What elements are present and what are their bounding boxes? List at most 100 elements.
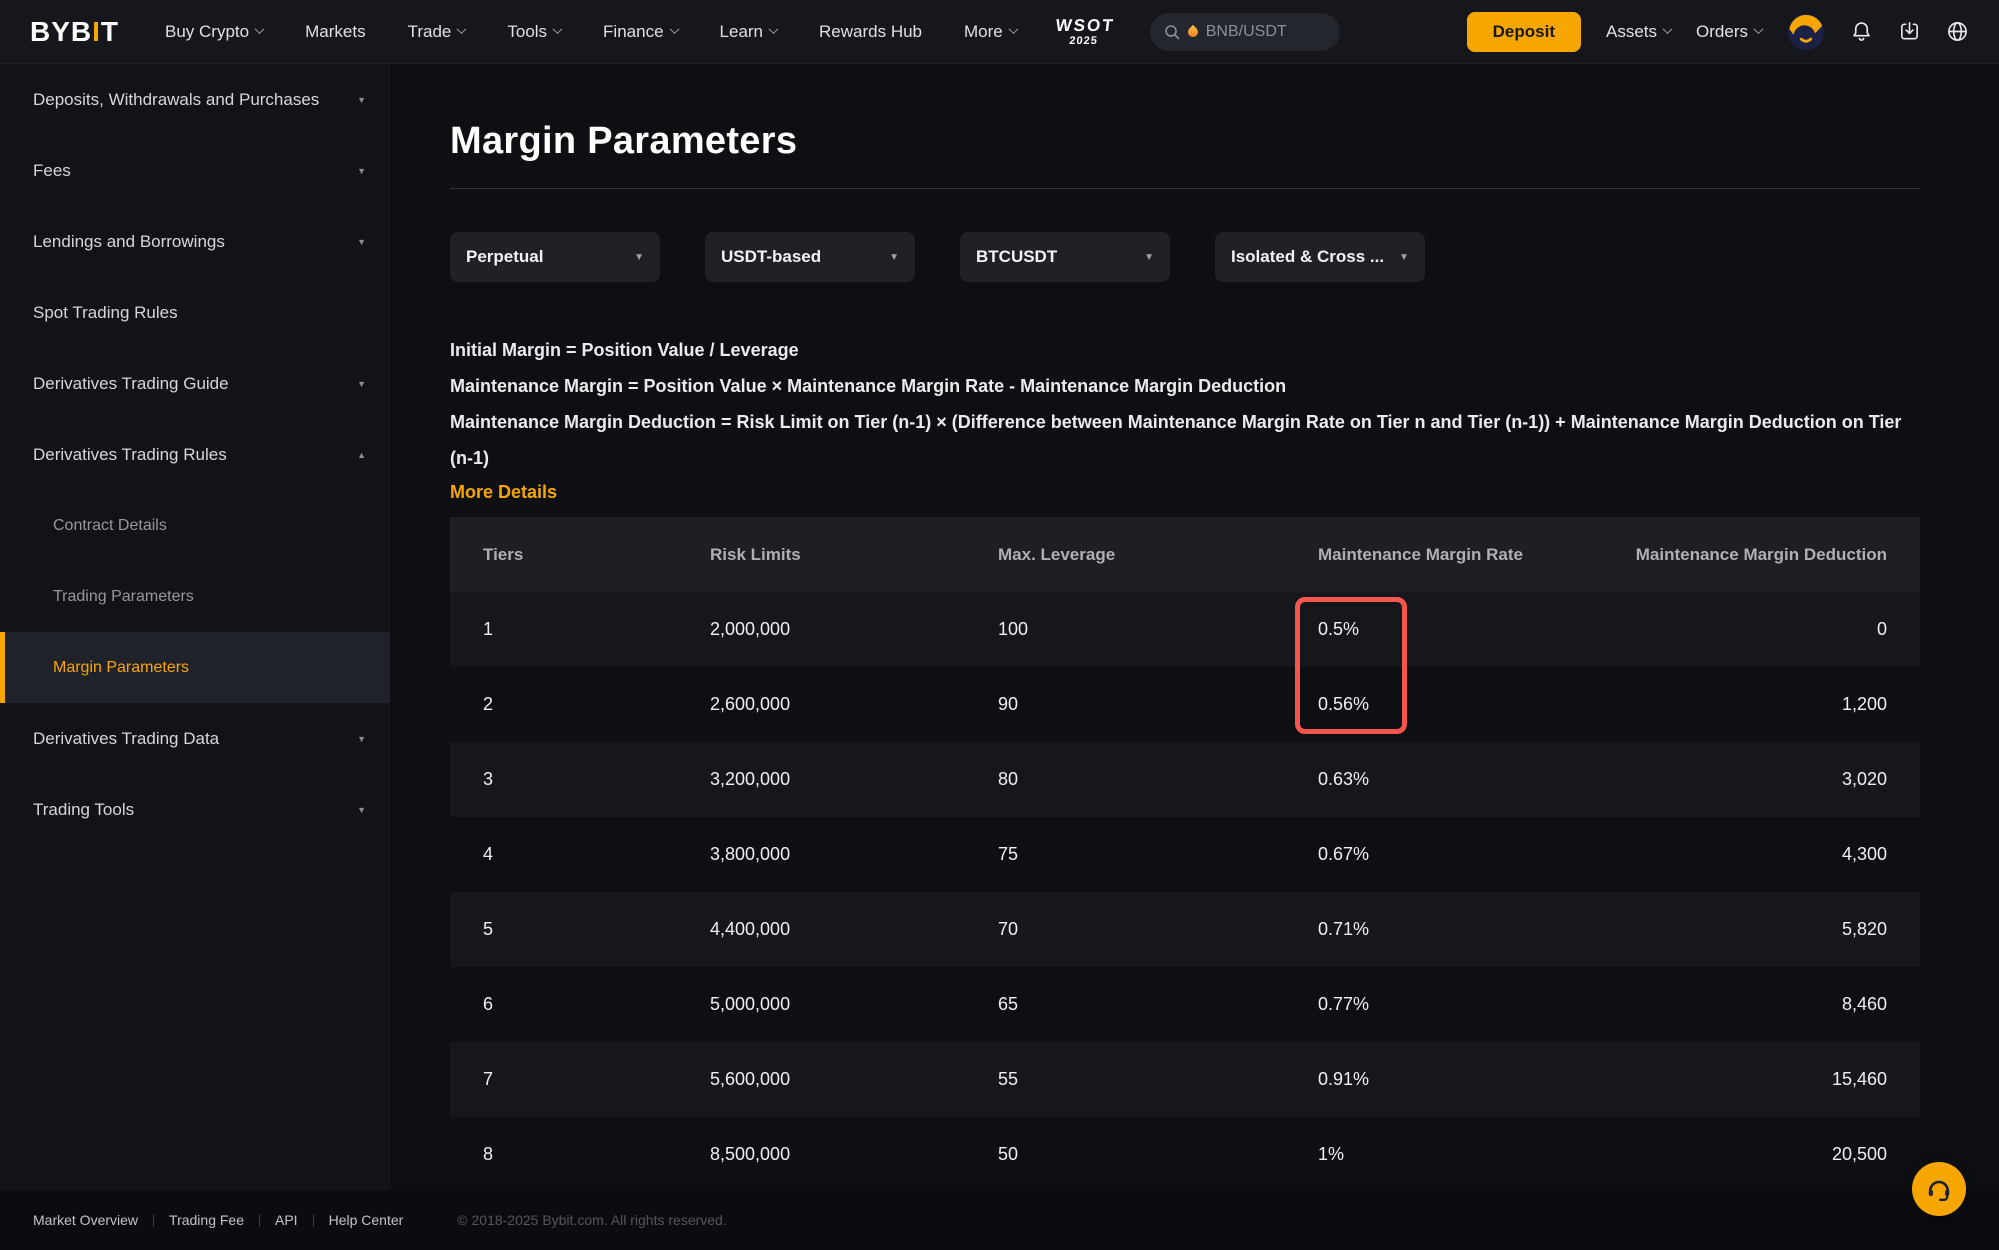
nav-item-label: Trade	[407, 21, 452, 41]
search-input[interactable]	[1205, 22, 1318, 41]
table-cell: 0.71%	[1318, 919, 1370, 939]
sidebar-item-label: Deposits, Withdrawals and Purchases	[33, 89, 320, 109]
more-details-link[interactable]: More Details	[450, 482, 557, 503]
table-cell: 100	[998, 619, 1029, 639]
nav-item-learn[interactable]: Learn	[719, 21, 779, 42]
table-cell: 65	[998, 994, 1019, 1014]
column-header-maintenance-margin-deduction: Maintenance Margin Deduction	[1635, 544, 1887, 564]
download-app-button[interactable]	[1898, 20, 1921, 43]
table-row: 4 3,800,000 75 0.67% 4,300	[450, 817, 1920, 892]
wsot-line2: 2025	[1068, 34, 1099, 47]
filter-dropdown-perpetual[interactable]: Perpetual ▼	[450, 232, 660, 282]
filter-value: Isolated & Cross ...	[1231, 247, 1385, 266]
chevron-down-icon: ▼	[357, 94, 366, 105]
table-cell: 5,600,000	[710, 1069, 791, 1089]
nav-item-buy-crypto[interactable]: Buy Crypto	[165, 21, 265, 42]
wsot-2025-logo[interactable]: WSOT 2025	[1053, 15, 1116, 47]
footer-link-help-center[interactable]: Help Center	[329, 1212, 404, 1228]
table-cell: 75	[998, 844, 1019, 864]
table-cell: 0.77%	[1318, 994, 1370, 1014]
nav-item-label: More	[964, 21, 1003, 41]
table-cell: 8	[483, 1144, 494, 1164]
deposit-button[interactable]: Deposit	[1466, 11, 1581, 52]
chevron-down-icon	[768, 23, 779, 34]
sidebar-item-trading-parameters[interactable]: Trading Parameters	[0, 561, 390, 632]
nav-item-tools[interactable]: Tools	[507, 22, 563, 42]
search-bar[interactable]	[1149, 12, 1340, 51]
sidebar-item-trading-tools[interactable]: Trading Tools ▼	[0, 774, 390, 845]
sidebar-item-derivatives-trading-data[interactable]: Derivatives Trading Data ▼	[0, 703, 390, 774]
table-cell: 6	[483, 994, 494, 1014]
sidebar-item-deposits-withdrawals-and-purchases[interactable]: Deposits, Withdrawals and Purchases ▼	[0, 64, 390, 135]
table-cell: 1	[483, 619, 494, 639]
sidebar-item-label: Spot Trading Rules	[33, 302, 178, 322]
account-nav-assets[interactable]: Assets	[1606, 22, 1673, 42]
sidebar-item-margin-parameters[interactable]: Margin Parameters	[0, 632, 390, 703]
avatar-icon	[1787, 13, 1825, 50]
nav-item-more[interactable]: More	[964, 21, 1019, 42]
footer-link-trading-fee[interactable]: Trading Fee	[169, 1212, 244, 1228]
filter-dropdown-isolated-cross[interactable]: Isolated & Cross ... ▼	[1215, 232, 1425, 282]
table-cell: 4,400,000	[710, 919, 791, 939]
table-cell: 20,500	[1831, 1144, 1887, 1164]
table-cell: 2,600,000	[710, 694, 791, 714]
chevron-up-icon: ▲	[357, 449, 366, 460]
nav-item-rewards-hub[interactable]: Rewards Hub	[819, 22, 922, 42]
sidebar-item-fees[interactable]: Fees ▼	[0, 135, 390, 206]
table-cell: 4	[483, 844, 494, 864]
sidebar-item-derivatives-trading-guide[interactable]: Derivatives Trading Guide ▼	[0, 348, 390, 419]
chevron-down-icon	[552, 23, 563, 34]
sidebar-item-derivatives-trading-rules[interactable]: Derivatives Trading Rules ▲	[0, 419, 390, 490]
nav-item-finance[interactable]: Finance	[603, 22, 679, 42]
notifications-button[interactable]	[1850, 20, 1873, 43]
sidebar-item-label: Fees	[33, 160, 71, 180]
footer: Market Overview Trading Fee API Help Center…	[0, 1190, 1999, 1250]
table-body: 1 2,000,000 100 0.5% 0 2 2,600,000 90 0.56% 1,200…	[450, 592, 1920, 1192]
table-row: 2 2,600,000 90 0.56% 1,200	[450, 667, 1920, 742]
sidebar-item-label: Trading Parameters	[53, 587, 194, 605]
filter-dropdown-btcusdt[interactable]: BTCUSDT ▼	[960, 232, 1170, 282]
wsot-line1: WSOT	[1054, 15, 1116, 35]
avatar[interactable]	[1787, 13, 1825, 51]
language-button[interactable]	[1946, 20, 1969, 43]
chevron-down-icon: ▼	[357, 165, 366, 176]
column-header-tiers: Tiers	[483, 544, 524, 564]
chevron-down-icon: ▼	[1399, 251, 1409, 263]
nav-item-label: Buy Crypto	[165, 21, 250, 41]
nav-item-trade[interactable]: Trade	[407, 21, 467, 42]
logo-accent: I	[92, 15, 101, 47]
support-chat-button[interactable]	[1912, 1162, 1966, 1216]
sidebar-item-label: Margin Parameters	[53, 658, 190, 676]
footer-link-market-overview[interactable]: Market Overview	[33, 1212, 138, 1228]
headset-icon	[1928, 1180, 1950, 1202]
column-header-maintenance-margin-rate: Maintenance Margin Rate	[1318, 544, 1523, 564]
table-header-row: Tiers Risk Limits Max. Leverage Maintenance…	[450, 517, 1920, 592]
chevron-down-icon	[456, 23, 467, 34]
table-row: 1 2,000,000 100 0.5% 0	[450, 592, 1920, 667]
table-cell: 55	[998, 1069, 1019, 1089]
sidebar-item-spot-trading-rules[interactable]: Spot Trading Rules	[0, 277, 390, 348]
nav-item-label: Learn	[719, 21, 764, 41]
footer-link-api[interactable]: API	[275, 1212, 298, 1228]
bybit-logo[interactable]: BYBIT	[30, 16, 119, 48]
search-icon	[1164, 24, 1180, 40]
table-cell: 5,820	[1841, 919, 1887, 939]
table-cell: 0.63%	[1318, 769, 1370, 789]
title-divider	[450, 188, 1920, 189]
table-cell: 0.91%	[1318, 1069, 1370, 1089]
logo-part1: BYB	[30, 15, 93, 47]
sidebar-item-contract-details[interactable]: Contract Details	[0, 490, 390, 561]
table-cell: 4,300	[1841, 844, 1887, 864]
copyright-text: © 2018-2025 Bybit.com. All rights reserv…	[457, 1212, 727, 1228]
filter-dropdown-usdt-based[interactable]: USDT-based ▼	[705, 232, 915, 282]
nav-item-markets[interactable]: Markets	[305, 22, 365, 42]
table-cell: 3	[483, 769, 494, 789]
chevron-down-icon: ▼	[1144, 251, 1154, 263]
sidebar-item-lendings-and-borrowings[interactable]: Lendings and Borrowings ▼	[0, 206, 390, 277]
column-header-risk-limits: Risk Limits	[710, 544, 801, 564]
account-nav-orders[interactable]: Orders	[1696, 22, 1764, 42]
chevron-down-icon: ▼	[357, 804, 366, 815]
table-cell: 0	[1876, 619, 1887, 639]
logo-part2: T	[100, 15, 120, 47]
main-nav: Buy Crypto Markets Trade Tools Finance Learn R…	[165, 21, 1019, 42]
